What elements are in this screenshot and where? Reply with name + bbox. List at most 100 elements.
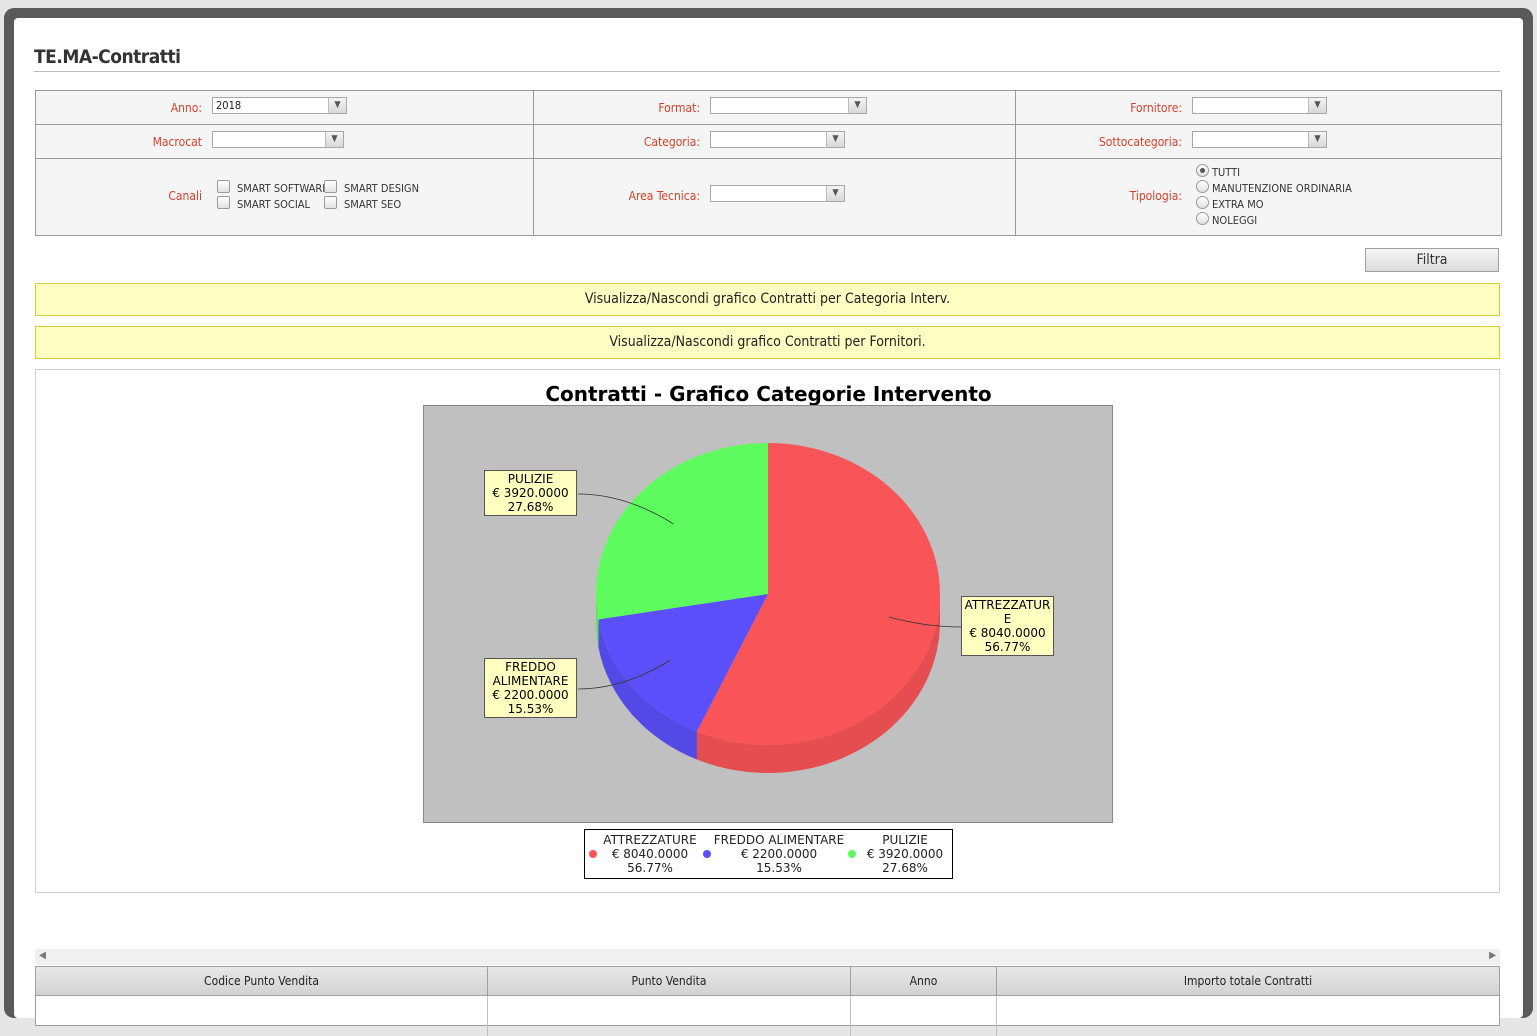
page-title: TE.MA-Contratti	[34, 46, 181, 68]
filter-cell-macrocat: Macrocat ▼	[36, 125, 534, 158]
callout-value: € 3920.0000	[492, 486, 569, 500]
callout-value: € 8040.0000	[969, 626, 1046, 640]
chart-legend: ATTREZZATURE € 8040.0000 56.77% FREDDO A…	[584, 829, 953, 879]
filter-row-1: Anno: 2018 ▼ Format: ▼ Fornitore: ▼	[36, 91, 1501, 125]
legend-dot-freddo	[703, 850, 711, 858]
fornitore-label: Fornitore:	[1130, 101, 1182, 115]
table-col	[851, 996, 997, 1036]
radio-label: NOLEGGI	[1212, 214, 1258, 227]
col-header-importo[interactable]: Importo totale Contratti	[997, 967, 1499, 996]
macrocat-select[interactable]: ▼	[212, 131, 344, 148]
table-col	[488, 996, 851, 1036]
checkbox-box[interactable]	[324, 180, 337, 193]
legend-value: € 8040.0000	[611, 847, 689, 861]
anno-value: 2018	[216, 99, 242, 112]
chart-title: Contratti - Grafico Categorie Intervento	[545, 382, 992, 406]
content-panel: TE.MA-Contratti Anno: 2018 ▼ Format: ▼ F…	[14, 18, 1523, 1036]
legend-dot-pulizie	[848, 850, 856, 858]
filter-cell-anno: Anno: 2018 ▼	[36, 91, 534, 124]
fornitore-select[interactable]: ▼	[1192, 97, 1327, 114]
categoria-select[interactable]: ▼	[710, 131, 845, 148]
filter-cell-area-tecnica: Area Tecnica: ▼	[534, 159, 1016, 235]
filtra-button[interactable]: Filtra	[1365, 248, 1499, 272]
sottocategoria-select[interactable]: ▼	[1192, 131, 1327, 148]
chevron-down-icon: ▼	[848, 98, 866, 113]
checkbox-label: SMART SEO	[344, 198, 402, 211]
callout-pulizie: PULIZIE € 3920.0000 27.68%	[484, 470, 577, 516]
callout-name: PULIZIE	[507, 472, 554, 486]
chart-container: Contratti - Grafico Categorie Intervento…	[35, 369, 1500, 893]
callout-freddo-alimentare: FREDDO ALIMENTARE € 2200.0000 15.53%	[484, 658, 577, 718]
legend-name: FREDDO ALIMENTARE	[713, 833, 845, 847]
checkbox-box[interactable]	[324, 196, 337, 209]
filter-row-2: Macrocat ▼ Categoria: ▼ Sottocategoria:	[36, 125, 1501, 159]
chevron-down-icon: ▼	[826, 132, 844, 147]
pie-slice-pulizie[interactable]	[596, 443, 768, 620]
anno-select[interactable]: 2018 ▼	[212, 97, 347, 114]
macrocat-label: Macrocat	[152, 135, 202, 149]
format-label: Format:	[658, 101, 700, 115]
radio-label: TUTTI	[1212, 166, 1241, 179]
callout-percent: 15.53%	[507, 702, 554, 716]
format-select[interactable]: ▼	[710, 97, 867, 114]
legend-percent: 56.77%	[627, 861, 673, 875]
filter-cell-fornitore: Fornitore: ▼	[1016, 91, 1501, 124]
legend-value: € 2200.0000	[740, 847, 818, 861]
callout-percent: 27.68%	[507, 500, 554, 514]
toggle-chart-categoria[interactable]: Visualizza/Nascondi grafico Contratti pe…	[35, 283, 1500, 316]
checkbox-box[interactable]	[217, 180, 230, 193]
window-frame: TE.MA-Contratti Anno: 2018 ▼ Format: ▼ F…	[4, 8, 1533, 1036]
callout-attrezzature: ATTREZZATUR E € 8040.0000 56.77%	[961, 596, 1054, 656]
col-header-anno[interactable]: Anno	[851, 967, 997, 996]
table-col	[36, 996, 488, 1036]
col-header-codice[interactable]: Codice Punto Vendita	[36, 967, 488, 996]
checkbox-label: SMART DESIGN	[344, 182, 419, 195]
filter-cell-categoria: Categoria: ▼	[534, 125, 1016, 158]
legend-value: € 3920.0000	[866, 847, 944, 861]
horizontal-scrollbar[interactable]: ◀ ▶	[35, 949, 1500, 965]
toggle-chart-fornitori[interactable]: Visualizza/Nascondi grafico Contratti pe…	[35, 326, 1500, 359]
radio-dot[interactable]	[1196, 212, 1209, 225]
filter-cell-format: Format: ▼	[534, 91, 1016, 124]
filter-row-3: Canali SMART SOFTWARE SMART DESIGN SMART…	[36, 159, 1501, 235]
checkbox-label: SMART SOFTWARE	[237, 182, 329, 195]
radio-dot[interactable]	[1196, 196, 1209, 209]
canali-label: Canali	[168, 189, 202, 203]
legend-item-freddo-alimentare: FREDDO ALIMENTARE € 2200.0000 15.53%	[713, 833, 845, 875]
legend-dot-attrezzature	[589, 850, 597, 858]
chevron-down-icon: ▼	[1308, 98, 1326, 113]
col-header-punto-vendita[interactable]: Punto Vendita	[488, 967, 851, 996]
legend-percent: 27.68%	[882, 861, 928, 875]
checkbox-box[interactable]	[217, 196, 230, 209]
radio-dot[interactable]	[1196, 180, 1209, 193]
radio-label: EXTRA MO	[1212, 198, 1264, 211]
legend-percent: 15.53%	[756, 861, 802, 875]
filter-cell-canali: Canali SMART SOFTWARE SMART DESIGN SMART…	[36, 159, 534, 235]
filter-cell-tipologia: Tipologia: TUTTI MANUTENZIONE ORDINARIA …	[1016, 159, 1501, 235]
legend-name: ATTREZZATURE	[603, 833, 697, 847]
callout-name: FREDDO ALIMENTARE	[492, 660, 569, 688]
scroll-left-icon[interactable]: ◀	[39, 950, 46, 961]
checkbox-label: SMART SOCIAL	[237, 198, 311, 211]
anno-label: Anno:	[170, 101, 202, 115]
scroll-right-icon[interactable]: ▶	[1489, 950, 1496, 961]
callout-value: € 2200.0000	[492, 688, 569, 702]
callout-name: ATTREZZATUR E	[964, 598, 1051, 626]
filter-cell-sottocategoria: Sottocategoria: ▼	[1016, 125, 1501, 158]
sottocategoria-label: Sottocategoria:	[1098, 135, 1182, 149]
categoria-label: Categoria:	[643, 135, 700, 149]
chevron-down-icon: ▼	[1308, 132, 1326, 147]
tipologia-label: Tipologia:	[1129, 189, 1182, 203]
radio-label: MANUTENZIONE ORDINARIA	[1212, 182, 1352, 195]
legend-name: PULIZIE	[882, 833, 928, 847]
callout-percent: 56.77%	[984, 640, 1031, 654]
radio-dot[interactable]	[1196, 164, 1209, 177]
chevron-down-icon: ▼	[328, 98, 346, 113]
chevron-down-icon: ▼	[826, 186, 844, 201]
legend-item-attrezzature: ATTREZZATURE € 8040.0000 56.77%	[597, 833, 703, 875]
contracts-table: Codice Punto Vendita Punto Vendita Anno …	[35, 966, 1500, 1036]
area-tecnica-select[interactable]: ▼	[710, 185, 845, 202]
title-divider	[34, 71, 1500, 72]
legend-item-pulizie: PULIZIE € 3920.0000 27.68%	[858, 833, 952, 875]
filter-grid: Anno: 2018 ▼ Format: ▼ Fornitore: ▼ Macr…	[35, 90, 1502, 236]
